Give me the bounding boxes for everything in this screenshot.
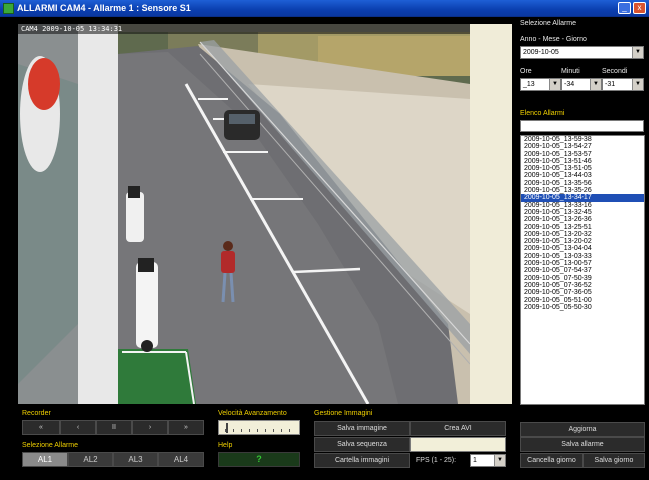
hour-value: _13	[523, 81, 535, 88]
step-forward-button[interactable]: ›	[132, 420, 168, 435]
alarm-list-item[interactable]: 2009-10-05_13-44-03	[521, 172, 644, 179]
alarm-list-item[interactable]: 2009-10-05_05-51-00	[521, 297, 644, 304]
fps-select[interactable]: 1 ▼	[470, 454, 506, 467]
minute-label: Minuti	[561, 68, 580, 75]
close-button[interactable]: x	[633, 2, 646, 14]
minute-select[interactable]: -34 ▼	[561, 78, 602, 91]
alarm-list-item[interactable]: 2009-10-05_07-54-37	[521, 267, 644, 274]
second-select[interactable]: -31 ▼	[602, 78, 644, 91]
minimize-button[interactable]: _	[618, 2, 631, 14]
camera-scene	[18, 24, 470, 404]
alarm-select-heading: Selezione Allarme	[22, 442, 79, 449]
camera-view: CAM4 2009-10-05 13:34:31	[18, 24, 470, 404]
chevron-down-icon: ▼	[632, 79, 643, 90]
app-icon	[3, 3, 14, 14]
alarm-list-item[interactable]: 2009-10-05_13-25-51	[521, 224, 644, 231]
pause-button[interactable]: II	[96, 420, 132, 435]
selezione-allarme-heading: Selezione Allarme	[520, 20, 577, 27]
alarm-list-item[interactable]: 2009-10-05_13-03-33	[521, 253, 644, 260]
second-label: Secondi	[602, 68, 628, 75]
crea-avi-button[interactable]: Crea AVI	[410, 421, 506, 436]
alarm-list-item[interactable]: 2009-10-05_07-50-39	[521, 275, 644, 282]
chevron-down-icon: ▼	[549, 79, 560, 90]
sequence-input[interactable]	[410, 437, 506, 452]
camera-side-panel	[470, 24, 512, 404]
alarm-list-item[interactable]: 2009-10-05_07-36-52	[521, 282, 644, 289]
chevron-down-icon: ▼	[494, 455, 505, 466]
chevron-down-icon: ▼	[590, 79, 601, 90]
alarm-list-item[interactable]: 2009-10-05_13-32-45	[521, 209, 644, 216]
camera-timestamp: CAM4 2009-10-05 13:34:31	[21, 25, 123, 33]
question-icon: ?	[256, 454, 262, 464]
alarm-list-item[interactable]: 2009-10-05_07-36-05	[521, 289, 644, 296]
alarm-list-item[interactable]: 2009-10-05_05-50-30	[521, 304, 644, 311]
alarm-list[interactable]: 2009-10-05_13-59-38 2009-10-05_13-54-27 20…	[520, 135, 645, 405]
al2-button[interactable]: AL2	[68, 452, 113, 467]
help-button[interactable]: ?	[218, 452, 300, 467]
fps-label: FPS (1 - 25):	[416, 457, 457, 464]
rewind-button[interactable]: «	[22, 420, 60, 435]
salva-giorno-button[interactable]: Salva giorno	[583, 453, 645, 468]
fast-forward-button[interactable]: »	[168, 420, 204, 435]
date-value: 2009-10-05	[523, 49, 559, 56]
date-label: Anno - Mese - Giorno	[520, 36, 587, 43]
hour-select[interactable]: _13 ▼	[520, 78, 561, 91]
alarm-list-item[interactable]: 2009-10-05_13-35-26	[521, 187, 644, 194]
salva-sequenza-button[interactable]: Salva sequenza	[314, 437, 410, 452]
alarm-list-item[interactable]: 2009-10-05_13-33-16	[521, 202, 644, 209]
date-select[interactable]: 2009-10-05 ▼	[520, 46, 644, 59]
fps-value: 1	[473, 457, 477, 464]
speed-heading: Velocità Avanzamento	[218, 410, 287, 417]
alarm-list-item[interactable]: 2009-10-05_13-35-56	[521, 180, 644, 187]
title-bar: ALLARMI CAM4 - Allarme 1 : Sensore S1 _ …	[0, 0, 649, 17]
alarm-list-item[interactable]: 2009-10-05_13-53-57	[521, 151, 644, 158]
speed-slider[interactable]	[218, 420, 300, 435]
alarm-list-item[interactable]: 2009-10-05_13-20-02	[521, 238, 644, 245]
alarm-list-item[interactable]: 2009-10-05_13-51-05	[521, 165, 644, 172]
alarm-list-item[interactable]: 2009-10-05_13-00-57	[521, 260, 644, 267]
alarm-list-item[interactable]: 2009-10-05_13-04-04	[521, 245, 644, 252]
step-back-button[interactable]: ‹	[60, 420, 96, 435]
second-value: -31	[605, 81, 616, 88]
alarm-list-item[interactable]: 2009-10-05_13-34-17	[521, 194, 644, 202]
al4-button[interactable]: AL4	[158, 452, 204, 467]
alarm-list-item[interactable]: 2009-10-05_13-54-27	[521, 143, 644, 150]
aggiorna-button[interactable]: Aggiorna	[520, 422, 645, 437]
window-title: ALLARMI CAM4 - Allarme 1 : Sensore S1	[17, 3, 191, 13]
minute-value: -34	[564, 81, 575, 88]
al3-button[interactable]: AL3	[113, 452, 158, 467]
salva-immagine-button[interactable]: Salva immagine	[314, 421, 410, 436]
elenco-allarmi-heading: Elenco Allarmi	[520, 110, 565, 117]
images-heading: Gestione Immagini	[314, 410, 373, 417]
alarm-list-item[interactable]: 2009-10-05_13-26-36	[521, 216, 644, 223]
cartella-immagini-button[interactable]: Cartella immagini	[314, 453, 410, 468]
alarm-list-item[interactable]: 2009-10-05_13-59-38	[521, 136, 644, 143]
salva-allarme-button[interactable]: Salva allarme	[520, 437, 645, 452]
chevron-down-icon: ▼	[632, 47, 643, 58]
alarm-list-item[interactable]: 2009-10-05_13-51-46	[521, 158, 644, 165]
slider-thumb[interactable]	[226, 423, 228, 433]
cancella-giorno-button[interactable]: Cancella giorno	[520, 453, 583, 468]
help-heading: Help	[218, 442, 233, 449]
hour-label: Ore	[520, 68, 532, 75]
recorder-heading: Recorder	[22, 410, 51, 417]
alarm-list-item[interactable]: 2009-10-05_13-20-32	[521, 231, 644, 238]
al1-button[interactable]: AL1	[22, 452, 68, 467]
slider-ticks	[225, 429, 295, 432]
alarm-filter-input[interactable]	[520, 120, 644, 132]
